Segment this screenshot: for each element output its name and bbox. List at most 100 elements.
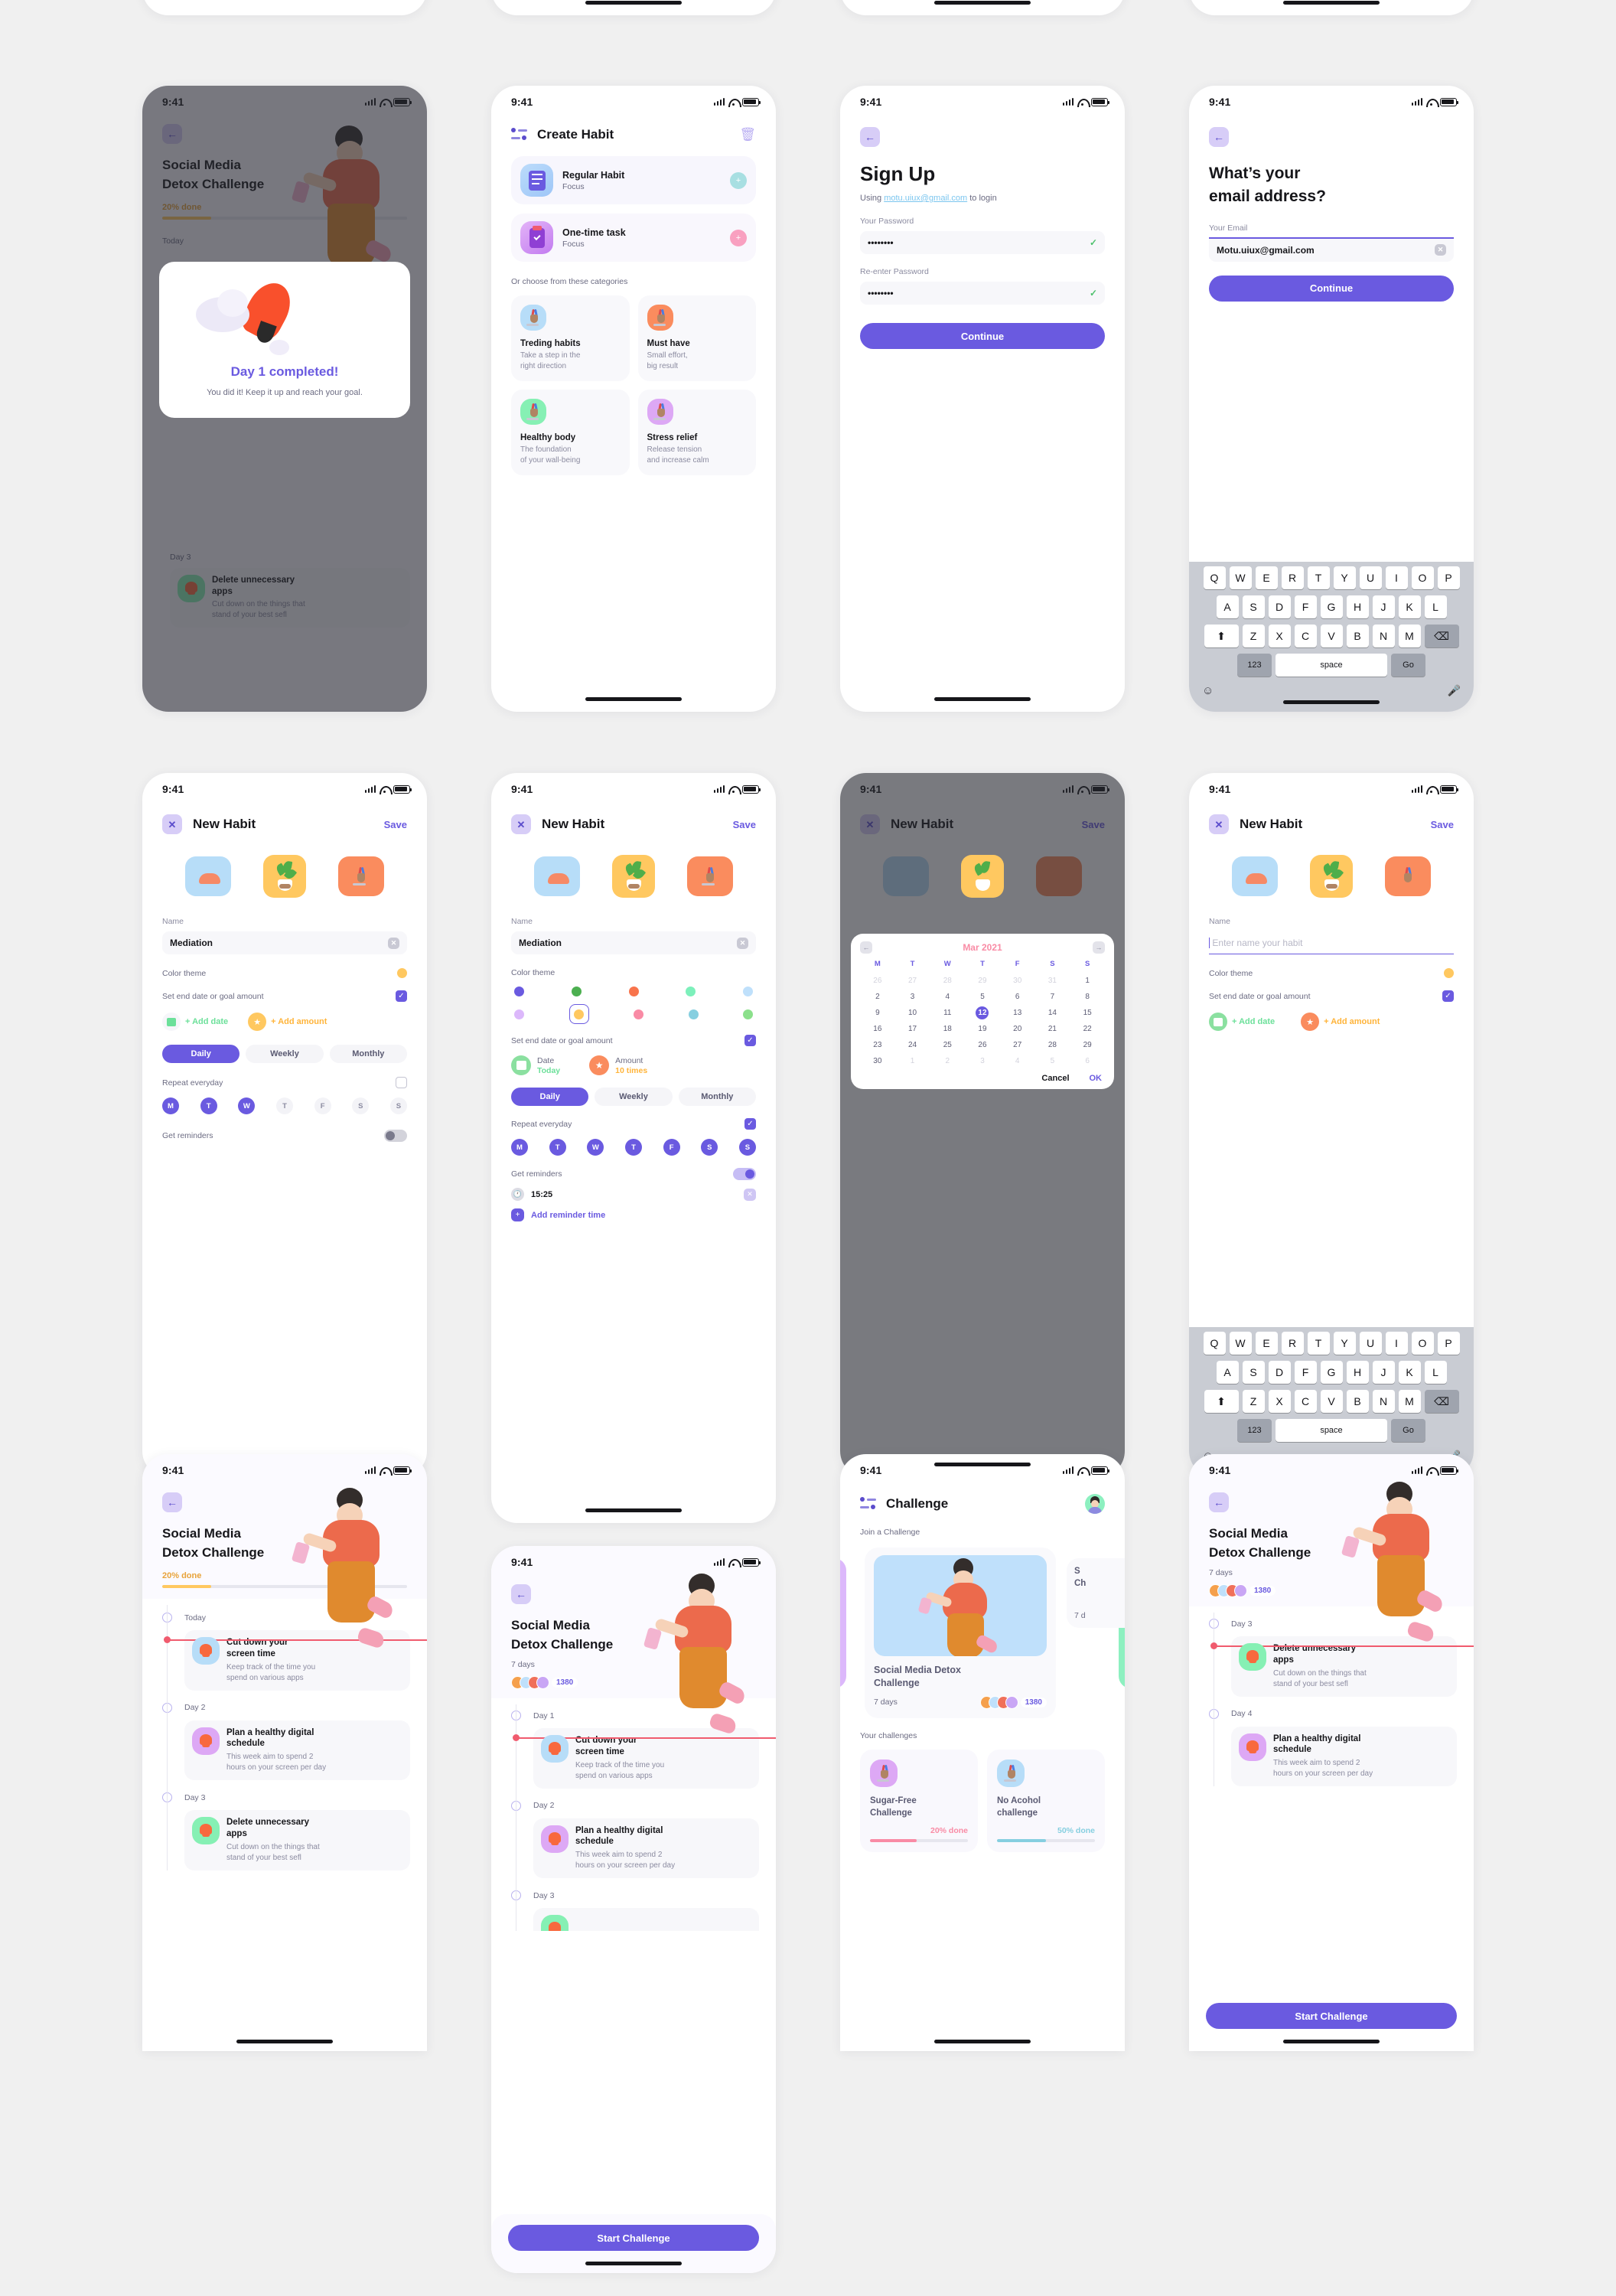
continue-button[interactable]: Continue: [860, 323, 1105, 349]
task-card[interactable]: Plan a healthy digital schedule This week…: [1231, 1726, 1457, 1787]
carousel-item-prev[interactable]: [185, 856, 231, 896]
carousel-card-next-content[interactable]: S Ch 7 d: [1067, 1558, 1125, 1629]
end-date-checkbox[interactable]: ✓: [396, 990, 407, 1002]
star-icon[interactable]: ★: [1301, 1013, 1320, 1031]
calendar-day[interactable]: 21: [1035, 1022, 1070, 1035]
calendar-day[interactable]: 2: [930, 1055, 965, 1068]
day-toggle-sun[interactable]: S: [738, 1139, 756, 1156]
habit-type-onetime[interactable]: One-time task Focus +: [511, 214, 756, 262]
key-m[interactable]: M: [1398, 625, 1421, 647]
color-swatch[interactable]: [514, 1009, 524, 1019]
email-value[interactable]: motu.uiux@gmail.com: [884, 194, 967, 203]
calendar-day[interactable]: 24: [895, 1039, 930, 1052]
key-q[interactable]: Q: [1203, 566, 1226, 589]
clear-icon[interactable]: ✕: [388, 937, 399, 949]
email-input[interactable]: Motu.uiux@gmail.com ✕: [1209, 238, 1454, 262]
day-toggle-wed[interactable]: W: [587, 1139, 604, 1156]
day-toggle-sun[interactable]: S: [389, 1097, 407, 1114]
calendar-day[interactable]: 5: [1035, 1055, 1070, 1068]
category-card[interactable]: Treding habits Take a step in the right d…: [511, 295, 630, 381]
task-card[interactable]: Plan a healthy digital schedule This week…: [184, 1720, 410, 1781]
day-toggle-fri[interactable]: F: [663, 1139, 680, 1156]
remove-reminder-icon[interactable]: ✕: [744, 1188, 756, 1201]
add-habit-button[interactable]: +: [730, 229, 747, 246]
emoji-icon[interactable]: ☺: [1202, 684, 1214, 697]
back-button[interactable]: ←: [162, 1492, 182, 1512]
your-challenge-card[interactable]: Sugar-Free Challenge 20% done: [860, 1750, 978, 1853]
key-t[interactable]: T: [1307, 1332, 1330, 1355]
calendar-day[interactable]: 11: [930, 1006, 965, 1019]
start-challenge-button[interactable]: Start Challenge: [1206, 2003, 1457, 2029]
back-button[interactable]: ←: [1209, 127, 1229, 147]
calendar-day[interactable]: 30: [860, 1055, 895, 1068]
calendar-day[interactable]: 17: [895, 1022, 930, 1035]
key-e[interactable]: E: [1255, 1332, 1278, 1355]
key-e[interactable]: E: [1255, 566, 1278, 589]
clear-icon[interactable]: ✕: [737, 937, 748, 949]
calendar-day[interactable]: 28: [930, 974, 965, 987]
key-u[interactable]: U: [1359, 1332, 1382, 1355]
key-x[interactable]: X: [1268, 625, 1291, 647]
category-card[interactable]: Healthy body The foundation of your wall-…: [511, 390, 630, 475]
task-card[interactable]: Delete unnecessary apps Cut down on the t…: [184, 1810, 410, 1870]
carousel-item-selected[interactable]: [612, 855, 655, 898]
frequency-monthly[interactable]: Monthly: [329, 1045, 407, 1063]
calendar-day[interactable]: 6: [1000, 990, 1035, 1003]
arrow-left-icon[interactable]: ←: [860, 941, 872, 954]
calendar-day[interactable]: 31: [1035, 974, 1070, 987]
key-o[interactable]: O: [1411, 566, 1434, 589]
color-swatch-selected[interactable]: [1444, 968, 1454, 978]
calendar-day[interactable]: 22: [1070, 1022, 1105, 1035]
reminders-toggle[interactable]: [384, 1130, 407, 1142]
key-n[interactable]: N: [1372, 625, 1395, 647]
task-card[interactable]: [533, 1908, 759, 1932]
color-swatch[interactable]: [743, 1009, 753, 1019]
close-button[interactable]: ✕: [162, 814, 182, 834]
calendar-day[interactable]: 29: [965, 974, 1000, 987]
add-date-button[interactable]: + Add date: [1232, 1017, 1275, 1026]
key-a[interactable]: A: [1216, 595, 1239, 618]
key-o[interactable]: O: [1411, 1332, 1434, 1355]
calendar-day[interactable]: 1: [1070, 974, 1105, 987]
key-c[interactable]: C: [1294, 625, 1317, 647]
calendar-day[interactable]: 3: [895, 990, 930, 1003]
ok-button[interactable]: OK: [1090, 1074, 1103, 1083]
calendar-day[interactable]: 14: [1035, 1006, 1070, 1019]
key-v[interactable]: V: [1320, 625, 1343, 647]
day-toggle-sat[interactable]: S: [352, 1097, 370, 1114]
your-challenge-card[interactable]: No Acohol challenge 50% done: [987, 1750, 1105, 1853]
calendar-day[interactable]: 29: [1070, 1039, 1105, 1052]
carousel-item-prev[interactable]: [1232, 856, 1278, 896]
day-toggle-tue[interactable]: T: [549, 1139, 566, 1156]
day-toggle-mon[interactable]: M: [162, 1097, 179, 1114]
calendar-day[interactable]: 26: [965, 1039, 1000, 1052]
end-date-checkbox[interactable]: ✓: [744, 1035, 756, 1046]
calendar-icon[interactable]: [511, 1055, 531, 1075]
calendar-grid[interactable]: M T W T F S S 26 27 28 29 30 31 1 2 3 4 …: [860, 960, 1105, 1068]
menu-icon[interactable]: [860, 1497, 877, 1511]
add-reminder-button[interactable]: + Add reminder time: [511, 1208, 756, 1221]
category-card[interactable]: Stress relief Release tension and increas…: [637, 390, 756, 475]
color-swatch[interactable]: [634, 1009, 643, 1019]
habit-icon-carousel[interactable]: [162, 851, 407, 902]
space-key[interactable]: space: [1276, 654, 1387, 677]
frequency-weekly[interactable]: Weekly: [246, 1045, 324, 1063]
carousel-item-next[interactable]: [1385, 856, 1431, 896]
color-swatch-selected[interactable]: [569, 1004, 589, 1024]
key-b[interactable]: B: [1346, 625, 1369, 647]
frequency-daily[interactable]: Daily: [511, 1088, 589, 1106]
day-toggle-thu[interactable]: T: [275, 1097, 293, 1114]
key-f[interactable]: F: [1294, 1361, 1317, 1384]
calendar-day[interactable]: 27: [895, 974, 930, 987]
calendar-day[interactable]: 8: [1070, 990, 1105, 1003]
habit-icon-carousel[interactable]: [1209, 851, 1454, 902]
save-button[interactable]: Save: [1431, 819, 1454, 830]
carousel-item-prev[interactable]: [534, 856, 580, 896]
clear-icon[interactable]: ✕: [1435, 244, 1446, 256]
calendar-day[interactable]: 7: [1035, 990, 1070, 1003]
add-amount-button[interactable]: + Add amount: [271, 1017, 327, 1026]
featured-challenge-card[interactable]: Social Media Detox Challenge 7 days 1380: [865, 1548, 1056, 1718]
calendar-day[interactable]: 19: [965, 1022, 1000, 1035]
carousel-item-next[interactable]: [687, 856, 733, 896]
calendar-day[interactable]: 6: [1070, 1055, 1105, 1068]
